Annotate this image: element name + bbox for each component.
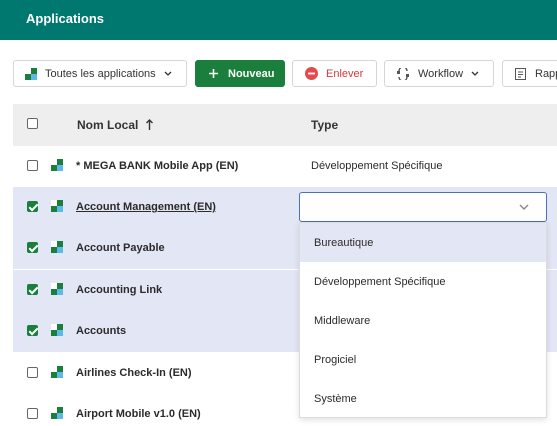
application-icon [51, 241, 63, 253]
report-icon [515, 67, 526, 80]
application-name[interactable]: Account Management (EN) [76, 201, 216, 213]
application-name: Airport Mobile v1.0 (EN) [76, 408, 201, 420]
application-type: Développement Spécifique [311, 160, 443, 172]
chevron-down-icon [164, 71, 172, 76]
new-button[interactable]: Nouveau [195, 60, 285, 87]
remove-button[interactable]: Enlever [292, 60, 377, 87]
type-dropdown-menu: Bureautique Développement Spécifique Middl… [299, 222, 547, 418]
app-header: Applications [0, 0, 557, 40]
page-title: Applications [26, 11, 105, 26]
row-checkbox[interactable] [27, 160, 38, 171]
row-checkbox[interactable] [27, 284, 38, 295]
application-name: * MEGA BANK Mobile App (EN) [76, 160, 239, 172]
application-icon [51, 407, 63, 419]
sort-ascending-icon [145, 119, 153, 130]
row-checkbox[interactable] [27, 325, 38, 336]
workflow-label: Workflow [418, 67, 464, 80]
row-checkbox[interactable] [27, 242, 38, 253]
type-option[interactable]: Bureautique [300, 223, 546, 262]
application-icon [51, 200, 63, 212]
toolbar: Toutes les applications Nouveau Enlever … [0, 40, 557, 104]
filter-label: Toutes les applications [45, 67, 156, 80]
type-select[interactable] [299, 192, 547, 222]
filter-dropdown[interactable]: Toutes les applications [13, 60, 187, 87]
application-icon [51, 324, 63, 336]
workflow-icon [397, 67, 409, 80]
application-icon [51, 159, 63, 171]
application-icon [51, 366, 63, 378]
table-header: Nom Local Type [13, 104, 557, 146]
plus-icon [209, 69, 218, 78]
report-button[interactable]: Rapp [502, 60, 557, 87]
workflow-dropdown[interactable]: Workflow [384, 60, 494, 87]
report-label: Rapp [535, 67, 557, 80]
applications-icon [25, 67, 37, 80]
type-option[interactable]: Développement Spécifique [300, 262, 546, 301]
application-name: Airlines Check-In (EN) [76, 367, 192, 379]
row-checkbox[interactable] [27, 367, 38, 378]
column-header-name[interactable]: Nom Local [77, 118, 153, 132]
remove-button-label: Enlever [326, 67, 364, 80]
type-option[interactable]: Progiciel [300, 340, 546, 379]
row-checkbox[interactable] [27, 201, 38, 212]
application-name: Account Payable [76, 242, 165, 254]
select-all-checkbox[interactable] [27, 118, 38, 129]
table-row[interactable]: * MEGA BANK Mobile App (EN) Développement… [13, 146, 557, 187]
type-option[interactable]: Middleware [300, 301, 546, 340]
application-name: Accounts [76, 325, 127, 337]
chevron-down-icon [471, 71, 479, 76]
row-checkbox[interactable] [27, 408, 38, 419]
type-option[interactable]: Système [300, 379, 546, 418]
application-icon [51, 283, 63, 295]
new-button-label: Nouveau [228, 67, 275, 80]
remove-icon [305, 67, 318, 80]
application-name: Accounting Link [76, 284, 163, 296]
chevron-down-icon [519, 204, 529, 210]
column-header-type[interactable]: Type [311, 118, 338, 132]
